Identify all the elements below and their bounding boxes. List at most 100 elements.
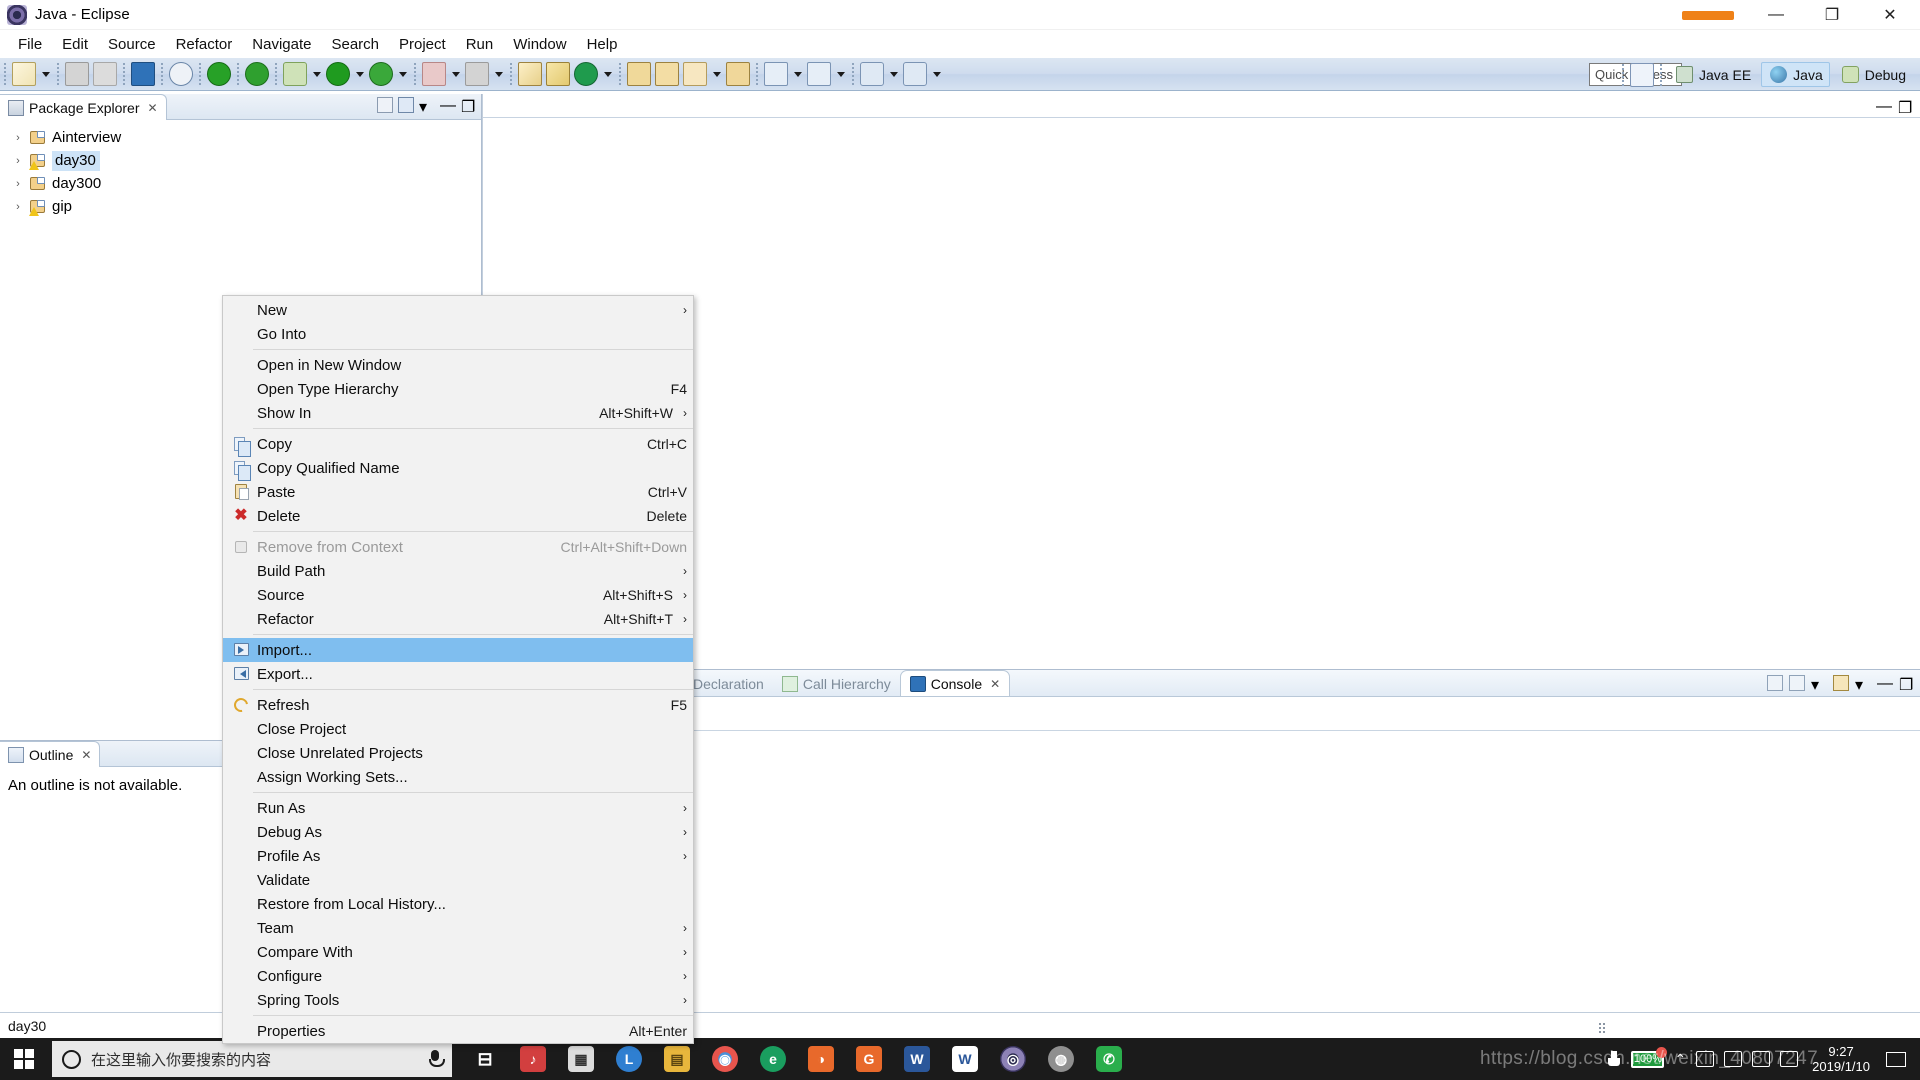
new-annotation-icon[interactable] xyxy=(574,62,598,86)
clock-app-icon[interactable]: L xyxy=(606,1038,652,1080)
context-menu-item-show-in[interactable]: Show In Alt+Shift+W › xyxy=(223,401,693,425)
task-view-icon[interactable]: ⊟ xyxy=(462,1038,508,1080)
menu-search[interactable]: Search xyxy=(321,33,389,56)
maximize-icon[interactable]: ❐ xyxy=(1898,98,1912,117)
git-icon[interactable]: G xyxy=(846,1038,892,1080)
perspective-java-ee[interactable]: Java EE xyxy=(1668,63,1757,86)
context-menu-item-run-as[interactable]: Run As › xyxy=(223,796,693,820)
context-menu-item-paste[interactable]: Paste Ctrl+V xyxy=(223,480,693,504)
debug-icon[interactable] xyxy=(283,62,307,86)
netease-music-icon[interactable]: ♪ xyxy=(510,1038,556,1080)
skip-breakpoints-icon[interactable] xyxy=(169,62,193,86)
tab-outline[interactable]: Outline ✕ xyxy=(0,741,101,767)
tree-item-gip[interactable]: › gip xyxy=(0,195,481,218)
coverage-dropdown-icon[interactable] xyxy=(396,63,409,85)
context-menu-item-refactor[interactable]: Refactor Alt+Shift+T › xyxy=(223,607,693,631)
menu-source[interactable]: Source xyxy=(98,33,166,56)
stop-icon[interactable] xyxy=(422,62,446,86)
context-menu-item-profile-as[interactable]: Profile As › xyxy=(223,844,693,868)
show-hidden-icons-icon[interactable]: ⌃ xyxy=(1674,1051,1686,1068)
eclipse-taskbar-icon[interactable]: ◎ xyxy=(990,1038,1036,1080)
menu-edit[interactable]: Edit xyxy=(52,33,98,56)
save-all-icon[interactable] xyxy=(93,62,117,86)
view-menu-icon[interactable]: ▾ xyxy=(419,97,435,116)
menu-refactor[interactable]: Refactor xyxy=(166,33,243,56)
collapse-all-icon[interactable] xyxy=(377,97,393,113)
link-with-editor-icon[interactable] xyxy=(398,97,414,113)
tab-console[interactable]: Console ✕ xyxy=(899,670,1011,696)
context-menu-item-source[interactable]: Source Alt+Shift+S › xyxy=(223,583,693,607)
back-dropdown-icon[interactable] xyxy=(887,63,900,85)
tab-package-explorer[interactable]: Package Explorer ✕ xyxy=(0,94,167,120)
wechat-icon[interactable]: ✆ xyxy=(1086,1038,1132,1080)
context-menu-item-properties[interactable]: Properties Alt+Enter xyxy=(223,1019,693,1043)
minimize-icon[interactable]: — xyxy=(1876,98,1892,115)
context-menu-item-assign-working-sets[interactable]: Assign Working Sets... xyxy=(223,765,693,789)
open-resource-icon[interactable] xyxy=(726,62,750,86)
new-java-console-icon[interactable] xyxy=(131,62,155,86)
new-java-project-icon[interactable] xyxy=(518,62,542,86)
context-menu-item-configure[interactable]: Configure › xyxy=(223,964,693,988)
browser-app-icon[interactable]: ◍ xyxy=(1038,1038,1084,1080)
word-app-icon[interactable]: W xyxy=(894,1038,940,1080)
windows-start-icon[interactable] xyxy=(0,1038,48,1080)
context-menu-item-go-into[interactable]: Go Into xyxy=(223,322,693,346)
console-menu-icon[interactable]: ▾ xyxy=(1855,675,1871,694)
debug-dropdown-icon[interactable] xyxy=(310,63,323,85)
volume-tray-icon[interactable] xyxy=(1752,1051,1771,1067)
twisty-icon[interactable]: › xyxy=(12,132,24,144)
back-icon[interactable] xyxy=(860,62,884,86)
tab-close-icon[interactable]: ✕ xyxy=(990,677,1000,691)
power-tray-icon[interactable] xyxy=(1696,1051,1715,1067)
perspective-debug[interactable]: Debug xyxy=(1834,63,1912,86)
menu-window[interactable]: Window xyxy=(503,33,576,56)
run-dropdown-icon[interactable] xyxy=(353,63,366,85)
context-menu-item-import[interactable]: Import... xyxy=(223,638,693,662)
new-wizard-icon[interactable] xyxy=(12,62,36,86)
forward-icon[interactable] xyxy=(903,62,927,86)
maximize-icon[interactable]: ❐ xyxy=(1899,675,1915,694)
context-menu-item-open-in-new-window[interactable]: Open in New Window xyxy=(223,353,693,377)
next-annotation-dropdown-icon[interactable] xyxy=(791,63,804,85)
terminate-icon[interactable] xyxy=(207,62,231,86)
open-perspective-icon[interactable] xyxy=(1630,62,1655,87)
taskbar-search-input[interactable]: 在这里输入你要搜索的内容 xyxy=(52,1041,452,1077)
run-icon[interactable] xyxy=(326,62,350,86)
menu-navigate[interactable]: Navigate xyxy=(242,33,321,56)
menu-help[interactable]: Help xyxy=(577,33,628,56)
context-menu-item-restore-from-local-history[interactable]: Restore from Local History... xyxy=(223,892,693,916)
maximize-icon[interactable]: ❐ xyxy=(461,97,477,116)
edit-dropdown-icon[interactable] xyxy=(710,63,723,85)
perspective-java[interactable]: Java xyxy=(1761,62,1830,87)
context-menu-item-spring-tools[interactable]: Spring Tools › xyxy=(223,988,693,1012)
console-output[interactable]: s time. xyxy=(483,697,1920,730)
coverage-icon[interactable] xyxy=(369,62,393,86)
google-chrome-icon[interactable]: ◉ xyxy=(702,1038,748,1080)
network-tray-icon[interactable] xyxy=(1724,1051,1743,1067)
tab-call-hierarchy[interactable]: Call Hierarchy xyxy=(773,672,900,696)
profile-icon[interactable] xyxy=(465,62,489,86)
new-class-icon[interactable] xyxy=(546,62,570,86)
context-menu-item-copy[interactable]: Copy Ctrl+C xyxy=(223,432,693,457)
stop-dropdown-icon[interactable] xyxy=(449,63,462,85)
context-menu-item-validate[interactable]: Validate xyxy=(223,868,693,892)
twisty-icon[interactable]: › xyxy=(12,201,24,213)
context-menu-item-close-project[interactable]: Close Project xyxy=(223,717,693,741)
display-selected-console-icon[interactable] xyxy=(1789,675,1805,691)
tree-item-day30[interactable]: › day30 xyxy=(0,149,481,172)
profile-dropdown-icon[interactable] xyxy=(492,63,505,85)
tab-close-icon[interactable]: ✕ xyxy=(81,748,91,762)
previous-annotation-dropdown-icon[interactable] xyxy=(834,63,847,85)
open-type-icon[interactable] xyxy=(627,62,651,86)
pin-console-icon[interactable] xyxy=(1767,675,1783,691)
tree-item-day300[interactable]: › day300 xyxy=(0,172,481,195)
menu-project[interactable]: Project xyxy=(389,33,456,56)
minimize-button[interactable]: — xyxy=(1748,0,1804,30)
power-plug-icon[interactable] xyxy=(1607,1051,1621,1067)
context-menu-item-team[interactable]: Team › xyxy=(223,916,693,940)
previous-annotation-icon[interactable] xyxy=(807,62,831,86)
tree-item-ainterview[interactable]: › Ainterview xyxy=(0,126,481,149)
new-wizard-dropdown-icon[interactable] xyxy=(39,63,52,85)
close-button[interactable]: ✕ xyxy=(1860,0,1920,30)
menu-file[interactable]: File xyxy=(8,33,52,56)
